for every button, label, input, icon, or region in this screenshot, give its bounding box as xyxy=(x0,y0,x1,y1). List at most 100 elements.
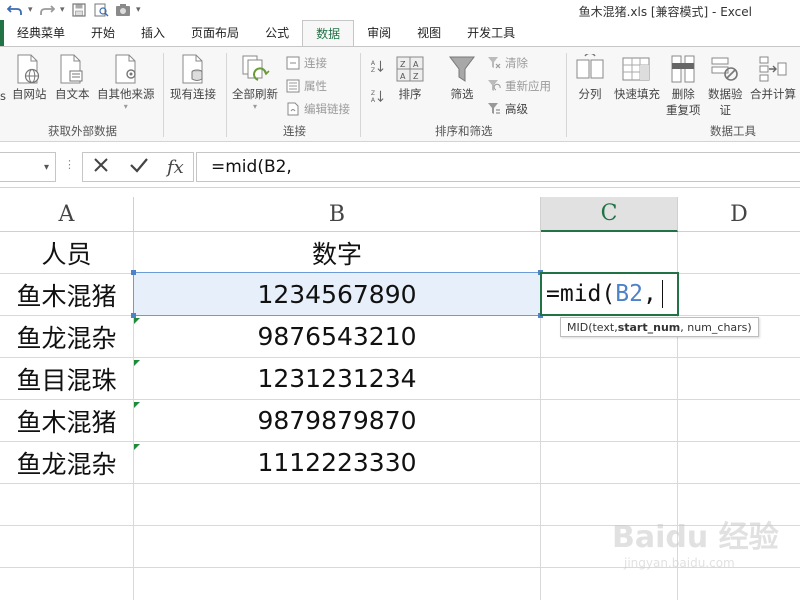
cell-c6[interactable] xyxy=(541,442,678,483)
undo-icon[interactable] xyxy=(6,1,24,19)
dropdown-arrow-icon[interactable]: ▾ xyxy=(60,5,66,15)
cell-d6[interactable] xyxy=(678,442,800,483)
formula-input[interactable]: =mid(B2, xyxy=(196,152,800,182)
sort-label: 排序 xyxy=(398,87,422,101)
cell-a5[interactable]: 鱼木混猪 xyxy=(0,400,134,441)
error-indicator-icon[interactable] xyxy=(134,360,140,366)
properties-button[interactable]: 属性 xyxy=(286,78,327,94)
camera-icon[interactable] xyxy=(114,1,132,19)
tooltip-current-arg[interactable]: start_num xyxy=(618,321,681,334)
from-text-button[interactable]: 自文本 xyxy=(55,53,90,101)
from-web-button[interactable]: 自网站 xyxy=(12,53,47,101)
active-cell-c2[interactable]: =mid(B2, xyxy=(540,272,679,316)
redo-icon[interactable] xyxy=(38,1,56,19)
cell-d5[interactable] xyxy=(678,400,800,441)
filter-button[interactable]: 筛选 xyxy=(446,53,478,101)
cell-b6[interactable]: 1112223330 xyxy=(134,442,541,483)
tab-view[interactable]: 视图 xyxy=(404,20,454,46)
clear-filter-button[interactable]: 清除 xyxy=(487,55,528,71)
data-validation-button[interactable]: 数据验 证 xyxy=(708,53,743,117)
tab-data[interactable]: 数据 xyxy=(302,20,355,47)
cell-b8[interactable] xyxy=(134,526,541,567)
cell-b4[interactable]: 1231231234 xyxy=(134,358,541,399)
existing-connections-button[interactable]: 现有连接 xyxy=(170,53,216,101)
error-indicator-icon[interactable] xyxy=(134,444,140,450)
cell-a3[interactable]: 鱼龙混杂 xyxy=(0,316,134,357)
cell-c5[interactable] xyxy=(541,400,678,441)
tab-developer[interactable]: 开发工具 xyxy=(454,20,528,46)
column-header-c[interactable]: C xyxy=(541,197,678,232)
column-header-a[interactable]: A xyxy=(0,197,134,232)
from-web-label: 自网站 xyxy=(12,87,47,101)
column-header-b[interactable]: B xyxy=(134,197,541,232)
reapply-icon xyxy=(487,79,501,93)
cut-off-button[interactable]: s xyxy=(0,87,6,103)
cell-a1[interactable]: 人员 xyxy=(0,232,134,273)
tab-classic-menu[interactable]: 经典菜单 xyxy=(4,20,78,46)
tab-review[interactable]: 审阅 xyxy=(354,20,404,46)
customize-qat-icon[interactable]: ▾ xyxy=(136,5,142,15)
cell-b1[interactable]: 数字 xyxy=(134,232,541,273)
cancel-entry-icon[interactable] xyxy=(92,156,110,178)
connections-icon xyxy=(286,56,300,70)
cell-a8[interactable] xyxy=(0,526,134,567)
cell-a9[interactable] xyxy=(0,568,134,600)
connections-button[interactable]: 连接 xyxy=(286,55,327,71)
cell-c4[interactable] xyxy=(541,358,678,399)
flash-fill-button[interactable]: 快速填充 xyxy=(614,53,660,101)
sort-descending-button[interactable]: ZA xyxy=(370,89,384,104)
tab-formulas[interactable]: 公式 xyxy=(252,20,302,46)
name-box[interactable]: ▾ xyxy=(0,152,56,182)
advanced-filter-button[interactable]: 高级 xyxy=(487,101,528,117)
sort-ascending-button[interactable]: AZ xyxy=(370,59,384,74)
name-box-dropdown-icon[interactable]: ▾ xyxy=(44,162,49,173)
sort-button[interactable]: ZAAZ 排序 xyxy=(394,53,426,101)
svg-text:A: A xyxy=(400,72,406,81)
cell-b9[interactable] xyxy=(134,568,541,600)
cell-b5[interactable]: 9879879870 xyxy=(134,400,541,441)
cell-d2[interactable] xyxy=(678,274,800,315)
svg-text:Z: Z xyxy=(371,67,375,74)
cell-b3[interactable]: 9876543210 xyxy=(134,316,541,357)
tab-page-layout[interactable]: 页面布局 xyxy=(178,20,252,46)
column-headers: A B C D xyxy=(0,197,800,232)
data-validation-icon xyxy=(709,53,741,85)
cell-a2[interactable]: 鱼木混猪 xyxy=(0,274,134,315)
function-args-tooltip[interactable]: MID(text, start_num, num_chars) xyxy=(560,317,759,337)
edit-links-button[interactable]: 编辑链接 xyxy=(286,101,350,117)
error-indicator-icon[interactable] xyxy=(134,402,140,408)
reapply-label: 重新应用 xyxy=(505,79,551,93)
tab-insert[interactable]: 插入 xyxy=(128,20,178,46)
from-other-sources-button[interactable]: 自其他来源 ▾ xyxy=(97,53,155,111)
cell-b7[interactable] xyxy=(134,484,541,525)
enter-checkmark-icon[interactable] xyxy=(129,156,149,178)
reapply-button[interactable]: 重新应用 xyxy=(487,78,551,94)
formula-bar-resize-handle[interactable]: ⋮ xyxy=(64,158,75,171)
text-to-columns-button[interactable]: 分列 xyxy=(574,53,606,101)
tooltip-rest: , num_chars) xyxy=(680,320,752,334)
group-label-sort-filter: 排序和筛选 xyxy=(435,124,493,138)
print-preview-icon[interactable] xyxy=(92,1,110,19)
tab-home[interactable]: 开始 xyxy=(78,20,128,46)
cell-c1[interactable] xyxy=(541,232,678,273)
group-label-external-data: 获取外部数据 xyxy=(48,124,117,138)
consolidate-button[interactable]: 合并计算 xyxy=(750,53,796,101)
group-separator xyxy=(566,53,567,137)
cell-d1[interactable] xyxy=(678,232,800,273)
cell-a4[interactable]: 鱼目混珠 xyxy=(0,358,134,399)
flash-fill-label: 快速填充 xyxy=(614,87,660,101)
insert-function-fx-icon[interactable]: fx xyxy=(167,157,184,178)
error-indicator-icon[interactable] xyxy=(134,318,140,324)
dropdown-arrow-icon[interactable]: ▾ xyxy=(28,5,34,15)
cell-a7[interactable] xyxy=(0,484,134,525)
refresh-all-button[interactable]: 全部刷新 ▾ xyxy=(232,53,278,111)
referenced-cell-b2[interactable]: 1234567890 xyxy=(131,270,543,318)
remove-duplicates-button[interactable]: 删除 重复项 xyxy=(666,53,701,117)
remove-duplicates-label-2: 重复项 xyxy=(666,103,701,117)
cell-d4[interactable] xyxy=(678,358,800,399)
cell-a6[interactable]: 鱼龙混杂 xyxy=(0,442,134,483)
baidu-watermark: Baidu 经验 jingyan.baidu.com xyxy=(612,512,792,596)
save-icon[interactable] xyxy=(70,1,88,19)
header-row: 人员 数字 xyxy=(0,232,800,274)
column-header-d[interactable]: D xyxy=(678,197,800,232)
